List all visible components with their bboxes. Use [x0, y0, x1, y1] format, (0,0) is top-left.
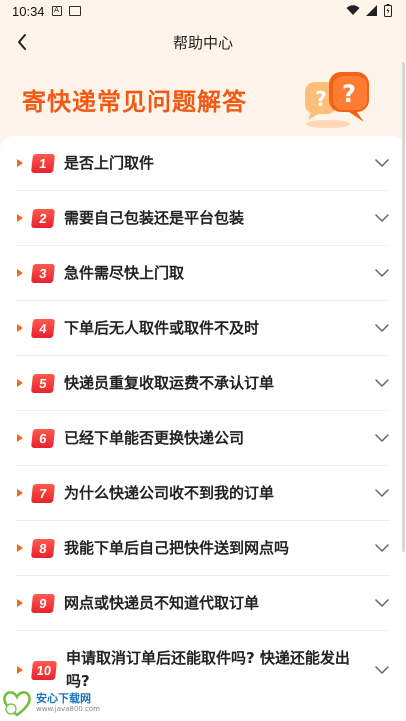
signal-icon [366, 5, 377, 16]
faq-number-badge: 4 [31, 318, 55, 338]
faq-item[interactable]: 1 是否上门取件 [16, 136, 390, 191]
faq-question: 申请取消订单后还能取件吗? 快递还能发出吗? [66, 649, 350, 690]
faq-item[interactable]: 2 需要自己包装还是平台包装 [16, 191, 390, 246]
scrollbar[interactable] [402, 62, 405, 552]
page-title: 帮助中心 [172, 34, 233, 52]
faq-item[interactable]: 3 急件需尽快上门取 [16, 246, 390, 301]
svg-text:?: ? [315, 87, 327, 111]
status-time: 10:34 [12, 3, 45, 19]
sim-icon [68, 6, 81, 16]
chevron-down-icon[interactable] [374, 267, 390, 279]
faq-number-badge: 1 [31, 153, 55, 173]
bullet-arrow-icon [17, 666, 23, 674]
faq-number-badge: 8 [31, 538, 55, 558]
hero-banner: 寄快递常见问题解答 ? ? [0, 62, 406, 138]
chevron-down-icon[interactable] [374, 487, 390, 499]
faq-number-badge: 3 [31, 263, 55, 283]
chevron-down-icon[interactable] [374, 157, 390, 169]
faq-item[interactable]: 5 快递员重复收取运费不承认订单 [16, 356, 390, 411]
faq-question: 是否上门取件 [64, 153, 155, 172]
back-button[interactable] [10, 30, 34, 54]
watermark-sub: www.java800.com [36, 704, 100, 713]
chevron-down-icon[interactable] [374, 542, 390, 554]
faq-number-badge: 7 [31, 483, 55, 503]
faq-question: 已经下单能否更换快递公司 [64, 428, 245, 447]
bullet-arrow-icon [17, 544, 23, 552]
faq-question: 急件需尽快上门取 [64, 263, 185, 282]
chevron-down-icon[interactable] [374, 664, 390, 676]
hero-title: 寄快递常见问题解答 [22, 88, 247, 116]
bullet-arrow-icon [17, 599, 23, 607]
bullet-arrow-icon [17, 324, 23, 332]
faq-question: 下单后无人取件或取件不及时 [64, 318, 260, 337]
faq-question: 网点或快递员不知道代取订单 [64, 593, 260, 612]
faq-question: 为什么快递公司收不到我的订单 [64, 483, 275, 502]
bullet-arrow-icon [17, 379, 23, 387]
bullet-arrow-icon [17, 489, 23, 497]
watermark: 安心下载网 www.java800.com [2, 688, 112, 718]
bullet-arrow-icon [17, 159, 23, 167]
faq-question: 需要自己包装还是平台包装 [64, 208, 245, 227]
svg-text:?: ? [342, 80, 356, 108]
faq-question: 我能下单后自己把快件送到网点吗 [64, 538, 290, 557]
bullet-arrow-icon [17, 214, 23, 222]
question-bubbles-icon: ? ? [305, 72, 369, 128]
chevron-down-icon[interactable] [374, 597, 390, 609]
faq-question: 快递员重复收取运费不承认订单 [64, 373, 275, 392]
chevron-down-icon[interactable] [374, 377, 390, 389]
faq-item[interactable]: 4 下单后无人取件或取件不及时 [16, 301, 390, 356]
faq-number-badge: 6 [31, 428, 55, 448]
bullet-arrow-icon [17, 434, 23, 442]
faq-item[interactable]: 7 为什么快递公司收不到我的订单 [16, 466, 390, 521]
chevron-down-icon[interactable] [374, 322, 390, 334]
faq-item[interactable]: 8 我能下单后自己把快件送到网点吗 [16, 521, 390, 576]
chevron-down-icon[interactable] [374, 432, 390, 444]
watermark-main: 安心下载网 [36, 691, 91, 705]
battery-icon [384, 4, 392, 17]
status-bar: 10:34 A [0, 0, 406, 22]
faq-number-badge: 5 [31, 373, 55, 393]
nav-bar: 帮助中心 [0, 22, 406, 62]
a-icon: A [51, 6, 62, 16]
faq-item[interactable]: 9 网点或快递员不知道代取订单 [16, 576, 390, 631]
wifi-icon [346, 5, 360, 15]
chevron-down-icon[interactable] [374, 212, 390, 224]
faq-number-badge: 9 [31, 593, 55, 613]
heart-logo-icon [3, 691, 31, 717]
faq-item[interactable]: 6 已经下单能否更换快递公司 [16, 411, 390, 466]
faq-number-badge: 10 [31, 660, 57, 680]
faq-number-badge: 2 [31, 208, 55, 228]
chevron-left-icon [18, 34, 26, 50]
bullet-arrow-icon [17, 269, 23, 277]
